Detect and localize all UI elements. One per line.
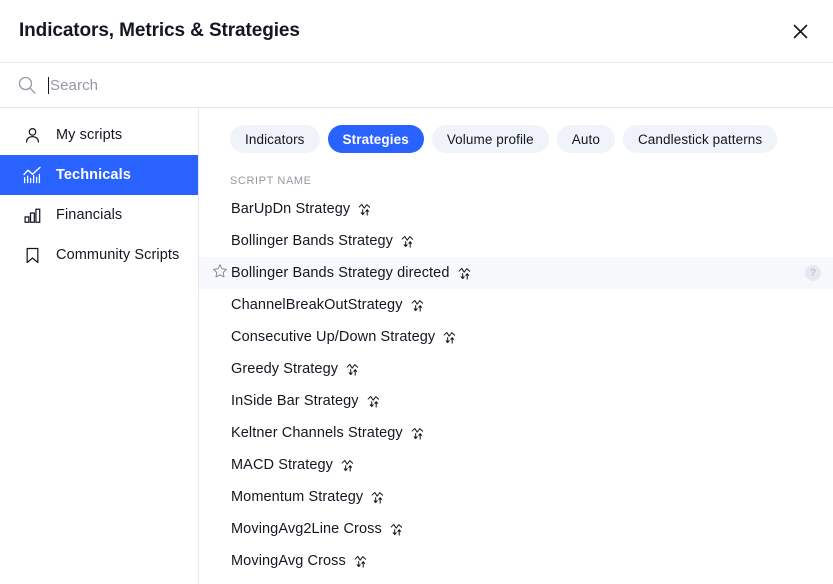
bookmark-icon xyxy=(22,245,42,265)
list-item[interactable]: Momentum Strategy xyxy=(199,481,833,513)
tab-candlestick-patterns[interactable]: Candlestick patterns xyxy=(623,125,777,153)
strategy-icon xyxy=(358,202,373,217)
script-list: BarUpDn Strategy Bollinger Bands Strateg… xyxy=(199,193,833,584)
list-item-label: ChannelBreakOutStrategy xyxy=(231,297,403,313)
tab-volume-profile[interactable]: Volume profile xyxy=(432,125,549,153)
list-item[interactable]: InSide Bar Strategy xyxy=(199,385,833,417)
main-panel: Indicators Strategies Volume profile Aut… xyxy=(199,108,833,584)
favorite-star-button[interactable] xyxy=(209,263,230,284)
strategy-icon xyxy=(371,490,386,505)
list-item-label: MACD Strategy xyxy=(231,457,333,473)
list-item[interactable]: Bollinger Bands Strategy xyxy=(199,225,833,257)
list-item-label: InSide Bar Strategy xyxy=(231,393,359,409)
sidebar-item-label: Financials xyxy=(56,207,122,223)
list-item-label: MovingAvg Cross xyxy=(231,553,346,569)
strategy-icon xyxy=(390,522,405,537)
list-item[interactable]: ChannelBreakOutStrategy xyxy=(199,289,833,321)
help-circle-icon[interactable]: ? xyxy=(805,265,821,281)
dialog-header: Indicators, Metrics & Strategies xyxy=(0,0,833,63)
list-item[interactable]: Consecutive Up/Down Strategy xyxy=(199,321,833,353)
column-header-script-name: SCRIPT NAME xyxy=(199,153,833,193)
list-item[interactable]: BarUpDn Strategy xyxy=(199,193,833,225)
list-item[interactable]: MovingAvg Cross xyxy=(199,545,833,577)
search-input[interactable]: Search xyxy=(48,63,833,107)
list-item-selected[interactable]: Bollinger Bands Strategy directed ? xyxy=(199,257,833,289)
sidebar-item-my-scripts[interactable]: My scripts xyxy=(0,115,198,155)
person-icon xyxy=(22,125,42,145)
sidebar: My scripts Technicals xyxy=(0,108,199,584)
strategy-icon xyxy=(346,362,361,377)
list-item-label: Bollinger Bands Strategy directed xyxy=(231,265,450,281)
strategy-icon xyxy=(341,458,356,473)
list-item[interactable]: Greedy Strategy xyxy=(199,353,833,385)
search-bar[interactable]: Search xyxy=(0,63,833,108)
list-item-label: Momentum Strategy xyxy=(231,489,363,505)
list-item-label: Keltner Channels Strategy xyxy=(231,425,403,441)
dialog-body: My scripts Technicals xyxy=(0,108,833,584)
strategy-icon xyxy=(411,298,426,313)
list-item-label: Consecutive Up/Down Strategy xyxy=(231,329,435,345)
sidebar-item-label: My scripts xyxy=(56,127,122,143)
close-button[interactable] xyxy=(785,16,815,46)
strategy-icon xyxy=(401,234,416,249)
list-item[interactable]: Keltner Channels Strategy xyxy=(199,417,833,449)
sidebar-item-community-scripts[interactable]: Community Scripts xyxy=(0,235,198,275)
strategy-icon xyxy=(411,426,426,441)
search-icon xyxy=(17,75,37,95)
list-item[interactable]: MACD Strategy xyxy=(199,449,833,481)
sidebar-item-label: Technicals xyxy=(56,167,131,183)
tab-bar: Indicators Strategies Volume profile Aut… xyxy=(199,108,833,153)
list-item-label: Greedy Strategy xyxy=(231,361,338,377)
list-item-label: MovingAvg2Line Cross xyxy=(231,521,382,537)
strategy-icon xyxy=(367,394,382,409)
strategy-icon xyxy=(354,554,369,569)
strategy-icon xyxy=(458,266,473,281)
text-caret xyxy=(48,77,49,94)
bar-chart-icon xyxy=(22,205,42,225)
sidebar-item-financials[interactable]: Financials xyxy=(0,195,198,235)
sidebar-item-label: Community Scripts xyxy=(56,247,179,263)
list-item-label: BarUpDn Strategy xyxy=(231,201,350,217)
sidebar-item-technicals[interactable]: Technicals xyxy=(0,155,198,195)
strategy-icon xyxy=(443,330,458,345)
list-item-label: Bollinger Bands Strategy xyxy=(231,233,393,249)
list-item[interactable]: MovingAvg2Line Cross xyxy=(199,513,833,545)
page-title: Indicators, Metrics & Strategies xyxy=(19,20,785,42)
tab-indicators[interactable]: Indicators xyxy=(230,125,320,153)
tab-strategies[interactable]: Strategies xyxy=(328,125,424,153)
search-placeholder: Search xyxy=(50,77,98,94)
chart-line-icon xyxy=(22,165,42,185)
close-icon xyxy=(791,22,810,41)
tab-auto[interactable]: Auto xyxy=(557,125,615,153)
star-outline-icon xyxy=(212,263,228,284)
indicators-dialog: Indicators, Metrics & Strategies Search xyxy=(0,0,833,584)
